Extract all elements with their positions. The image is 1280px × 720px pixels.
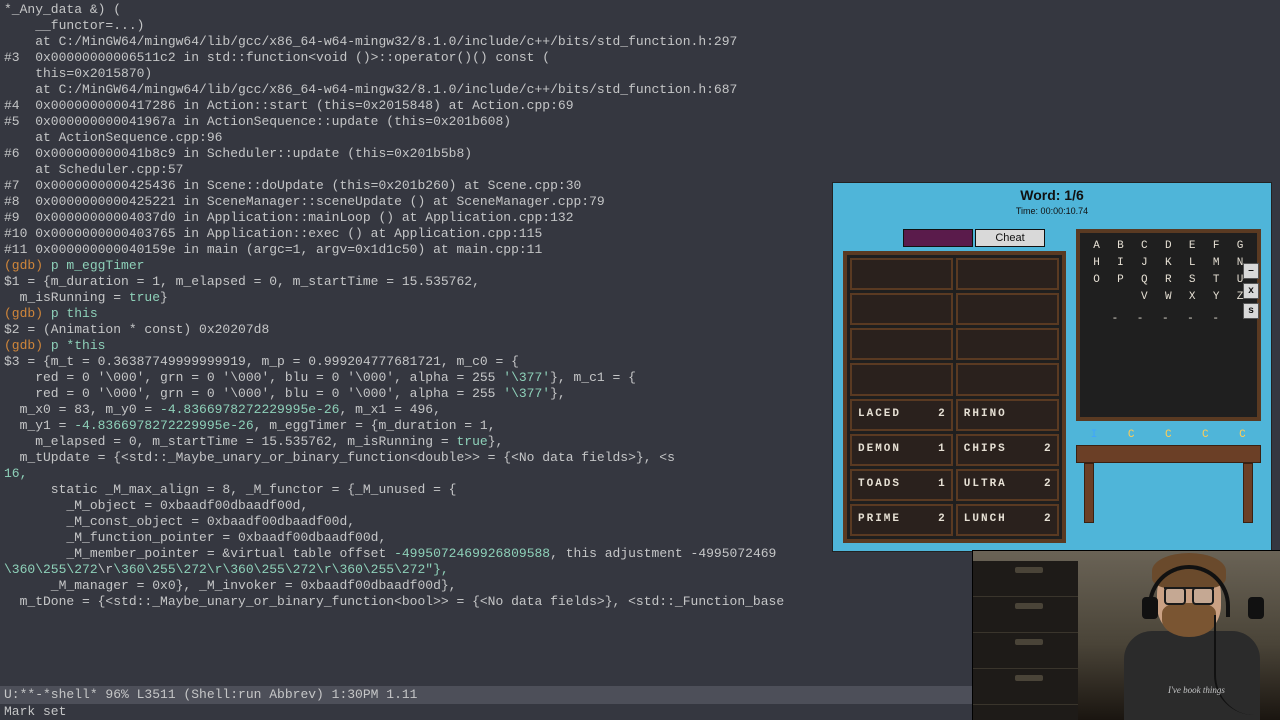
letter-l[interactable]: L (1183, 258, 1201, 269)
word-slot[interactable]: LACED2 (850, 399, 953, 431)
letter-s[interactable]: S (1183, 275, 1201, 286)
word-slot[interactable] (956, 293, 1059, 325)
letter-v[interactable]: V (1135, 292, 1153, 303)
word-slot[interactable] (850, 293, 953, 325)
word-slot[interactable] (850, 363, 953, 395)
letter-y[interactable]: Y (1207, 292, 1225, 303)
panel-btn-–[interactable]: – (1243, 263, 1259, 279)
letter-c[interactable]: C (1135, 241, 1153, 252)
letter-t[interactable]: T (1207, 275, 1225, 286)
word-slot[interactable]: LUNCH2 (956, 504, 1059, 536)
letter-w[interactable]: W (1159, 292, 1177, 303)
word-slot[interactable]: RHINO (956, 399, 1059, 431)
desk-graphic: ICCCC (1076, 427, 1261, 543)
alphabet-panel: ABCDEFGHIJKLMNOPQRSTUVWXYZ - - - - - –xs (1076, 229, 1261, 421)
letter-q[interactable]: Q (1135, 275, 1153, 286)
letter-f[interactable]: F (1207, 241, 1225, 252)
letter-b[interactable]: B (1111, 241, 1129, 252)
word-slot[interactable] (956, 328, 1059, 360)
word-board: LACED2RHINODEMON1CHIPS2TOADS1ULTRA2PRIME… (843, 251, 1066, 543)
letter-g[interactable]: G (1231, 241, 1249, 252)
word-slot[interactable] (850, 328, 953, 360)
letter-h[interactable]: H (1088, 258, 1106, 269)
letter-i[interactable]: I (1111, 258, 1129, 269)
word-slot[interactable]: ULTRA2 (956, 469, 1059, 501)
letter-k[interactable]: K (1159, 258, 1177, 269)
desk-letter: C (1165, 429, 1172, 441)
panel-btn-x[interactable]: x (1243, 283, 1259, 299)
game-timer: Time: 00:00:10.74 (833, 203, 1271, 219)
word-slot[interactable] (956, 258, 1059, 290)
letter-x[interactable]: X (1183, 292, 1201, 303)
word-slot[interactable]: CHIPS2 (956, 434, 1059, 466)
file-cabinet (973, 561, 1078, 720)
word-slot[interactable]: PRIME2 (850, 504, 953, 536)
letter-j[interactable]: J (1135, 258, 1153, 269)
desk-letter: C (1239, 429, 1246, 441)
letter-a[interactable]: A (1088, 241, 1106, 252)
word-slot[interactable] (850, 258, 953, 290)
word-game-window[interactable]: Word: 1/6 Time: 00:00:10.74 Cheat LACED2… (832, 182, 1272, 552)
word-slot[interactable]: DEMON1 (850, 434, 953, 466)
letter-m[interactable]: M (1207, 258, 1225, 269)
word-blanks: - - - - - (1088, 313, 1249, 325)
panel-btn-s[interactable]: s (1243, 303, 1259, 319)
letter-d[interactable]: D (1159, 241, 1177, 252)
letter-r[interactable]: R (1159, 275, 1177, 286)
streamer-figure: I've book things (1112, 557, 1262, 720)
desk-letter: C (1128, 429, 1135, 441)
tab-purple[interactable] (903, 229, 973, 247)
letter-o[interactable]: O (1088, 275, 1106, 286)
webcam-overlay: I've book things (972, 550, 1280, 720)
word-slot[interactable]: TOADS1 (850, 469, 953, 501)
word-counter: Word: 1/6 (833, 187, 1271, 203)
game-header: Word: 1/6 Time: 00:00:10.74 (833, 183, 1271, 221)
word-slot[interactable] (956, 363, 1059, 395)
tab-cheat[interactable]: Cheat (975, 229, 1045, 247)
desk-letter: I (1091, 429, 1098, 441)
letter-p[interactable]: P (1111, 275, 1129, 286)
letter-e[interactable]: E (1183, 241, 1201, 252)
desk-letter: C (1202, 429, 1209, 441)
